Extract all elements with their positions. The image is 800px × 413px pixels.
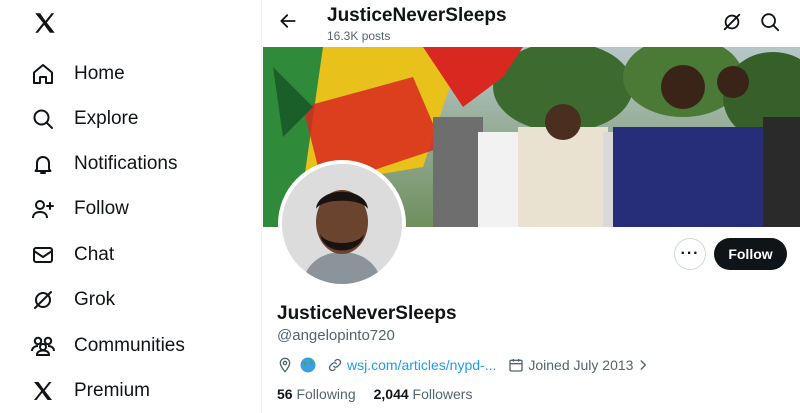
home-icon	[30, 61, 56, 87]
following-count-link[interactable]: 56 Following	[277, 386, 356, 402]
nav-chat[interactable]: Chat	[30, 235, 114, 275]
x-logo-icon[interactable]	[32, 10, 58, 36]
nav-notifications[interactable]: Notifications	[30, 144, 178, 184]
followers-count-link[interactable]: 2,044 Followers	[374, 386, 473, 402]
location-pin-icon	[277, 357, 293, 373]
more-options-label: ···	[680, 245, 700, 262]
envelope-icon	[30, 242, 56, 268]
followers-label: Followers	[412, 386, 473, 402]
bell-icon	[30, 151, 56, 177]
globe-emoji-icon	[299, 357, 317, 373]
grok-icon[interactable]	[721, 11, 745, 35]
left-sidebar: Home Explore Notifications Follow Chat G…	[0, 0, 262, 413]
grok-icon	[30, 287, 56, 313]
header-post-count: 16.3K posts	[327, 29, 391, 43]
nav-chat-label: Chat	[74, 244, 115, 265]
nav-notifications-label: Notifications	[74, 153, 178, 174]
profile-stats: 56 Following 2,044 Followers	[277, 386, 490, 402]
nav-premium[interactable]: Premium	[30, 371, 150, 411]
profile-display-name: JusticeNeverSleeps	[277, 303, 457, 324]
following-count: 56	[277, 386, 297, 402]
profile-handle: @angelopinto720	[277, 327, 395, 344]
nav-premium-label: Premium	[74, 380, 151, 401]
follow-button[interactable]: Follow	[714, 238, 787, 270]
nav-follow-label: Follow	[74, 198, 129, 219]
profile-main: JusticeNeverSleeps 16.3K posts ··· Follo…	[263, 0, 800, 413]
chevron-right-icon[interactable]	[635, 357, 651, 373]
nav-home[interactable]: Home	[30, 54, 125, 94]
nav-communities-label: Communities	[74, 335, 185, 356]
people-icon	[30, 333, 56, 359]
nav-follow[interactable]: Follow	[30, 189, 129, 229]
profile-website-link[interactable]: wsj.com/articles/nypd-...	[347, 357, 496, 373]
link-icon	[327, 357, 343, 373]
back-button[interactable]	[275, 10, 301, 36]
following-label: Following	[296, 386, 356, 402]
profile-joined-date: Joined July 2013	[528, 357, 634, 373]
nav-grok-label: Grok	[74, 289, 116, 310]
profile-header-bar: JusticeNeverSleeps 16.3K posts	[263, 0, 800, 47]
header-title: JusticeNeverSleeps	[327, 5, 507, 26]
nav-explore[interactable]: Explore	[30, 99, 138, 139]
nav-grok[interactable]: Grok	[30, 280, 115, 320]
x-logo-icon	[30, 378, 56, 404]
more-options-button[interactable]: ···	[674, 238, 706, 270]
person-add-icon	[30, 196, 56, 222]
nav-communities[interactable]: Communities	[30, 326, 185, 366]
followers-count: 2,044	[373, 386, 413, 402]
arrow-left-icon	[278, 11, 298, 36]
search-icon	[30, 106, 56, 132]
avatar[interactable]	[278, 160, 406, 288]
nav-explore-label: Explore	[74, 108, 139, 129]
nav-home-label: Home	[74, 63, 125, 84]
profile-meta: wsj.com/articles/nypd-... Joined July 20…	[277, 354, 651, 376]
calendar-icon	[508, 357, 524, 373]
search-icon[interactable]	[759, 11, 783, 35]
